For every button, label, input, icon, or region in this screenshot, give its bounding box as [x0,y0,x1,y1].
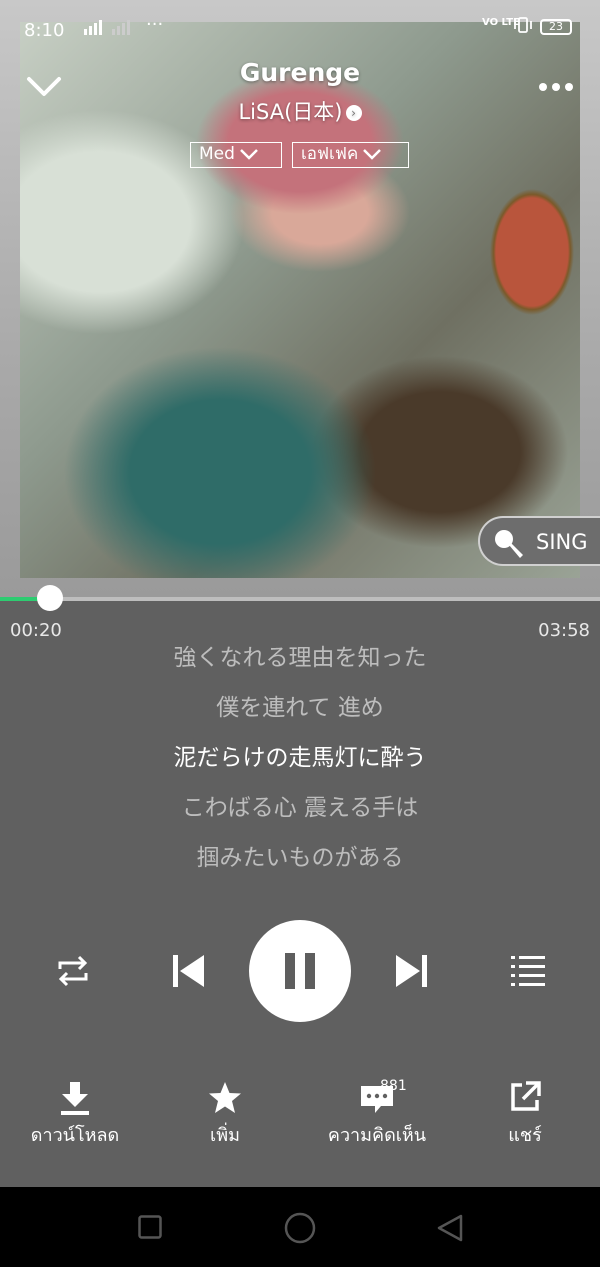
chevron-right-icon: › [345,105,362,121]
lyric-line: 僕を連れて 進め [216,695,384,721]
pause-icon [285,953,315,989]
quality-value: Med [199,144,235,164]
chevron-down-icon [27,77,61,96]
playlist-button[interactable] [510,953,546,991]
lyrics-panel[interactable]: 強くなれる理由を知った 僕を連れて 進め 泥だらけの走馬灯に酔う こわばる心 震… [0,640,600,890]
effect-value: เอฟเฟค [301,144,359,164]
song-title: Gurenge [239,58,361,87]
lyric-line: 強くなれる理由を知った [173,645,427,671]
microphone-icon [495,530,523,558]
repeat-icon [58,955,88,987]
previous-button[interactable] [170,953,206,993]
skip-previous-icon [173,955,204,987]
share-label: แชร์ [508,1125,542,1146]
skip-next-icon [396,955,427,987]
vibrate-icon [512,16,534,39]
lyric-line: 掴みたいものがある [196,845,404,871]
status-time: 8:10 [24,20,65,41]
collapse-button[interactable] [24,70,64,104]
current-time: 00:20 [10,620,62,641]
back-icon[interactable] [436,1213,464,1243]
repeat-button[interactable] [54,953,92,993]
chevron-down-icon [363,149,382,160]
progress-thumb[interactable] [37,585,64,611]
home-icon[interactable] [284,1212,316,1244]
progress-track[interactable] [0,597,600,601]
pause-button[interactable] [249,920,351,1022]
battery-icon: 23 [540,19,572,35]
status-bar: 8:10 ··· VO LTE 23 [0,14,600,44]
chevron-down-icon [240,149,258,160]
lyric-line-current: 泥だらけの走馬灯に酔う [173,745,427,771]
download-label: ดาวน์โหลด [30,1125,120,1146]
artist-name: LiSA(日本) [238,100,343,124]
system-nav-bar [0,1187,600,1267]
comments-button[interactable]: 881 ความคิดเห็น [322,1078,432,1149]
sing-button[interactable]: SING [478,516,600,566]
share-icon [511,1081,541,1111]
comments-label: ความคิดเห็น [327,1125,427,1146]
playlist-icon [511,956,545,986]
more-icon [539,83,573,91]
signal-icon [74,18,138,40]
more-options-button[interactable] [536,70,576,104]
add-button[interactable]: เพิ่ม [185,1080,265,1149]
next-button[interactable] [394,953,430,993]
lyric-line: こわばる心 震える手は [181,795,419,821]
share-button[interactable]: แชร์ [490,1080,560,1149]
star-icon [209,1082,241,1113]
effect-dropdown[interactable]: เอฟเฟค [292,142,409,168]
add-label: เพิ่ม [210,1125,240,1146]
status-more-dots: ··· [146,14,164,35]
total-time: 03:58 [538,620,590,641]
download-icon [61,1082,89,1115]
artist-link[interactable]: LiSA(日本) › [150,96,450,126]
sing-label: SING [536,530,588,554]
recent-apps-icon[interactable] [138,1215,162,1239]
comment-count-badge: 881 [380,1078,407,1094]
download-button[interactable]: ดาวน์โหลด [20,1080,130,1149]
quality-dropdown[interactable]: Med [190,142,282,168]
